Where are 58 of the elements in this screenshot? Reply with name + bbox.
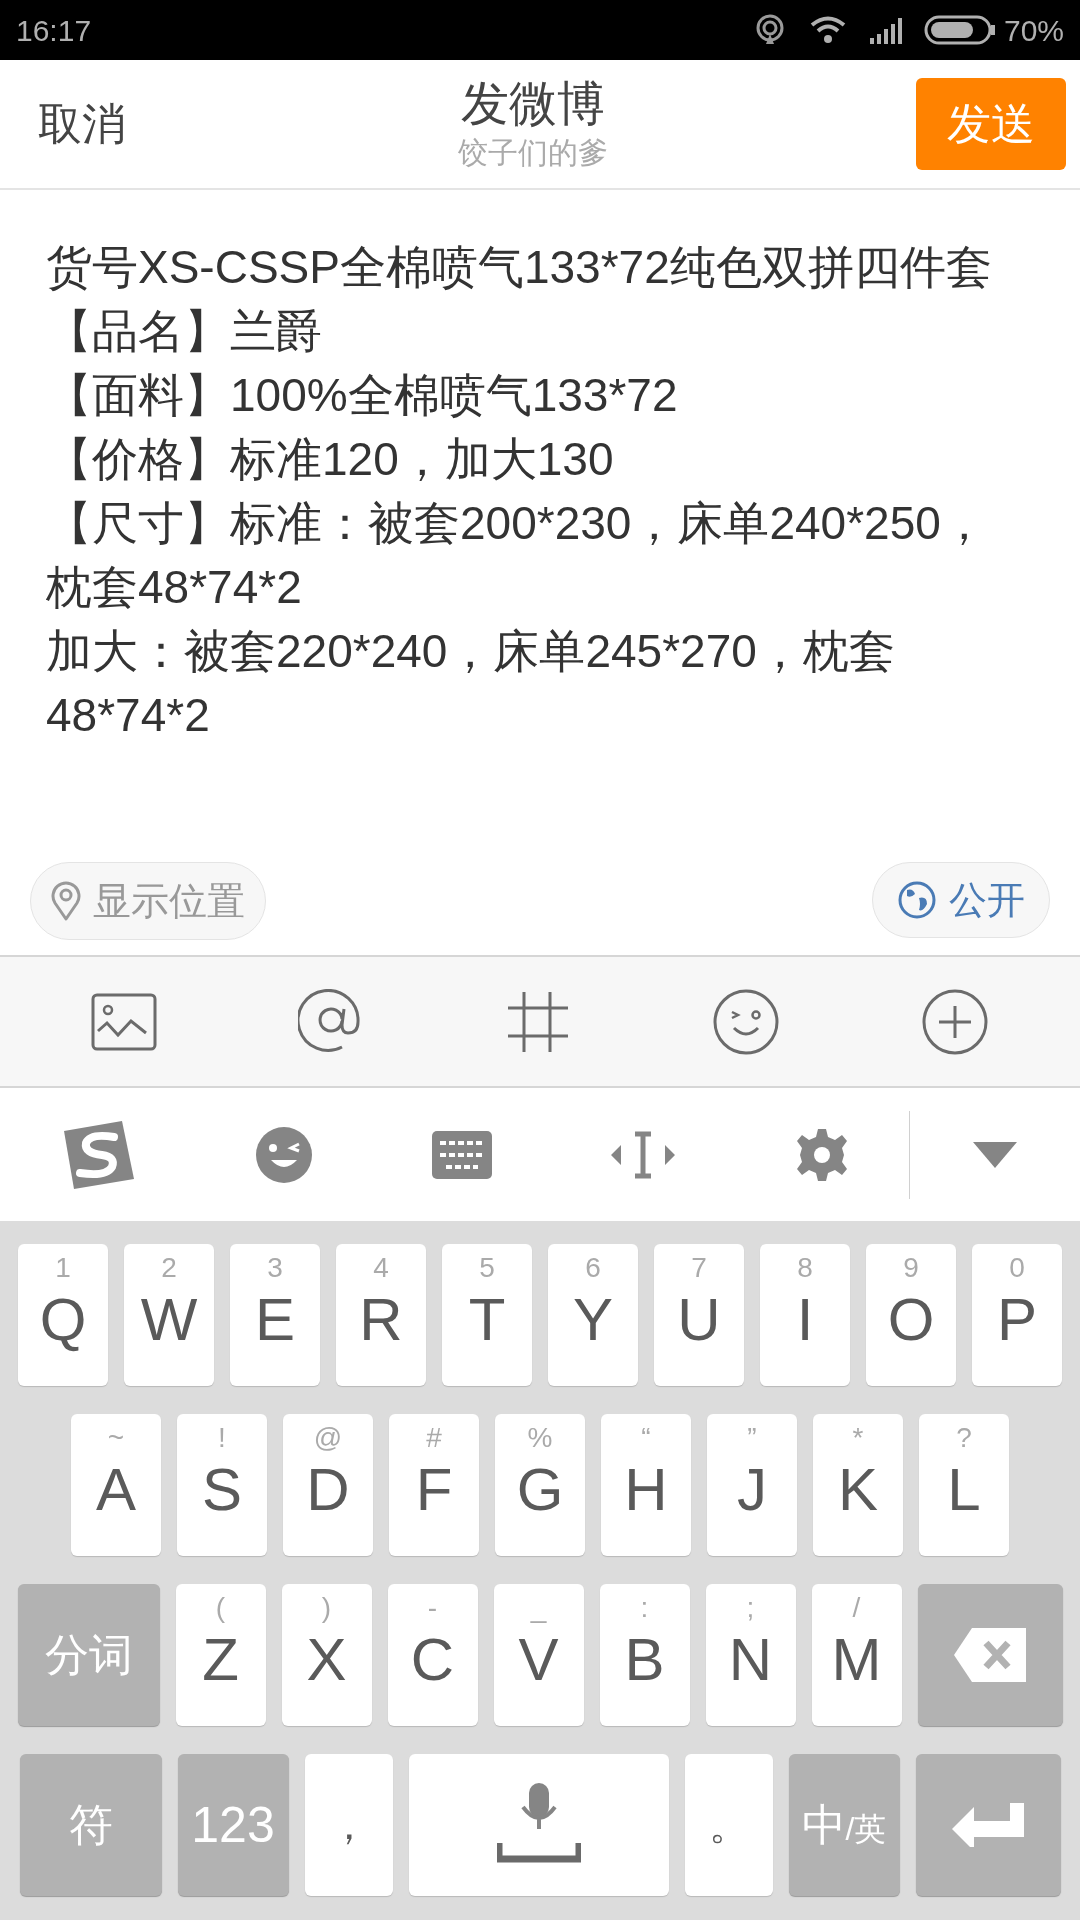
location-pin-icon <box>51 881 81 921</box>
collapse-keyboard-icon[interactable] <box>973 1141 1017 1168</box>
letter-key[interactable]: # F <box>389 1414 479 1556</box>
backspace-key[interactable] <box>917 1584 1063 1726</box>
letter-key[interactable]: @ D <box>283 1414 373 1556</box>
letter-key[interactable]: ” J <box>707 1414 797 1556</box>
punctuation-key[interactable]: ， <box>304 1754 393 1896</box>
letter-key[interactable]: “ H <box>601 1414 691 1556</box>
wifi-icon <box>809 16 846 44</box>
letter-key[interactable]: 2 W <box>124 1244 214 1386</box>
smiley-icon[interactable] <box>711 987 780 1056</box>
letter-key[interactable]: ~ A <box>71 1414 161 1556</box>
enter-icon <box>952 1803 1024 1847</box>
letter-key[interactable]: ( Z <box>175 1584 266 1726</box>
post-text-line: 加大：被套220*240，床单245*270，枕套48*74*2 <box>46 624 896 743</box>
visibility-button[interactable]: 公开 <box>872 862 1050 938</box>
cursor-move-icon[interactable] <box>610 1130 675 1179</box>
cancel-button[interactable]: 取消 <box>14 91 150 157</box>
letter-key[interactable]: 1 Q <box>18 1244 108 1386</box>
letter-key[interactable]: 7 U <box>654 1244 744 1386</box>
letter-key[interactable]: 0 P <box>972 1244 1062 1386</box>
account-name: 饺子们的爹 <box>458 135 608 171</box>
add-icon[interactable] <box>921 987 990 1056</box>
letter-key[interactable]: 4 R <box>336 1244 426 1386</box>
window-title: 发微博 <box>461 76 605 132</box>
globe-icon <box>897 880 937 920</box>
letter-key[interactable]: ! S <box>177 1414 267 1556</box>
letter-key[interactable]: 3 E <box>230 1244 320 1386</box>
letter-key[interactable]: - C <box>387 1584 478 1726</box>
letter-key[interactable]: 5 T <box>442 1244 532 1386</box>
keyboard-icon[interactable] <box>431 1130 492 1179</box>
winking-face-icon[interactable] <box>254 1125 313 1184</box>
backspace-icon <box>954 1628 1026 1682</box>
hashtag-icon[interactable] <box>506 989 570 1054</box>
punctuation-key[interactable]: 。 <box>684 1754 773 1896</box>
letter-key[interactable]: 9 O <box>866 1244 956 1386</box>
letter-key[interactable]: * K <box>813 1414 903 1556</box>
post-text-line: 【面料】100%全棉喷气133*72 <box>46 368 679 423</box>
letter-key[interactable]: : B <box>599 1584 690 1726</box>
post-text-field[interactable]: 货号XS-CSSP全棉喷气133*72纯色双拼四件套 【品名】兰爵 【面料】100%全棉喷气133*72 【价格】标准120，加大130 【尺寸】标准：被套200*230，床单240*250，枕套48*74*2 加大：被套220*240，床单245*270，枕套48*74*2 <box>0 190 1026 850</box>
letter-key[interactable]: 8 I <box>760 1244 850 1386</box>
post-text-line: 货号XS-CSSP全棉喷气133*72纯色双拼四件套 <box>46 240 993 295</box>
post-text-line: 【品名】兰爵 <box>46 304 323 359</box>
status-time: 16:17 <box>16 12 92 49</box>
letter-key[interactable]: ; N <box>705 1584 796 1726</box>
enter-key[interactable] <box>915 1754 1061 1896</box>
image-icon[interactable] <box>90 992 157 1051</box>
letter-key[interactable]: ? L <box>919 1414 1009 1556</box>
post-text-line: 【价格】标准120，加大130 <box>46 432 615 487</box>
space-key[interactable] <box>408 1754 669 1896</box>
post-text-line: 【尺寸】标准：被套200*230，床单240*250，枕套48*74*2 <box>46 496 988 615</box>
letter-key[interactable]: _ V <box>493 1584 584 1726</box>
letter-key[interactable]: ) X <box>281 1584 372 1726</box>
letter-key[interactable]: % G <box>495 1414 585 1556</box>
letter-key[interactable]: 6 Y <box>548 1244 638 1386</box>
letter-key[interactable]: / M <box>811 1584 902 1726</box>
battery-icon <box>923 15 996 45</box>
battery-percentage: 70% <box>1003 12 1064 49</box>
